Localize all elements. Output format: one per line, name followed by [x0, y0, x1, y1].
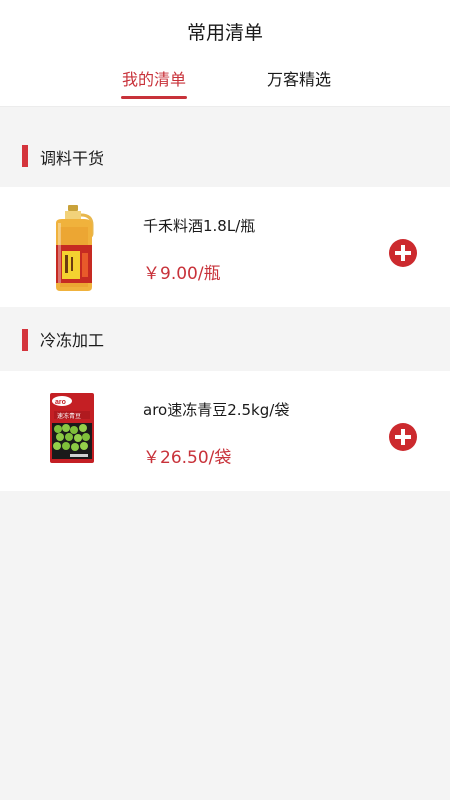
product-price: ￥9.00/瓶 — [143, 264, 221, 284]
package-brand-text: aro — [55, 399, 66, 406]
tab-my-list[interactable]: 我的清单 — [99, 66, 209, 90]
tab-bar: 我的清单 万客精选 — [0, 66, 450, 106]
add-to-cart-button[interactable] — [389, 239, 417, 267]
product-name: 千禾料酒1.8L/瓶 — [143, 217, 256, 235]
section-header-frozen: 冷冻加工 — [0, 307, 450, 371]
section-header-seasoning: 调料干货 — [0, 107, 450, 187]
cooking-wine-bottle-icon — [40, 203, 118, 293]
product-card[interactable]: aro 速冻青豆 aro速冻青豆2.5kg/袋 ￥26.50/袋 — [0, 371, 450, 491]
section-title: 调料干货 — [40, 149, 105, 168]
package-title-text: 速冻青豆 — [57, 412, 81, 420]
product-price: ￥26.50/袋 — [143, 448, 232, 468]
section-accent-bar — [22, 145, 28, 167]
page-title: 常用清单 — [186, 22, 263, 44]
add-to-cart-button[interactable] — [389, 423, 417, 451]
tab-featured[interactable]: 万客精选 — [244, 66, 354, 90]
top-header: 常用清单 我的清单 万客精选 — [0, 0, 450, 107]
product-name: aro速冻青豆2.5kg/袋 — [143, 401, 290, 419]
frozen-peas-bag-icon: aro 速冻青豆 — [40, 387, 118, 477]
product-card[interactable]: 千禾料酒1.8L/瓶 ￥9.00/瓶 — [0, 187, 450, 307]
active-tab-indicator — [121, 96, 187, 99]
section-accent-bar — [22, 329, 28, 351]
section-title: 冷冻加工 — [40, 331, 105, 350]
